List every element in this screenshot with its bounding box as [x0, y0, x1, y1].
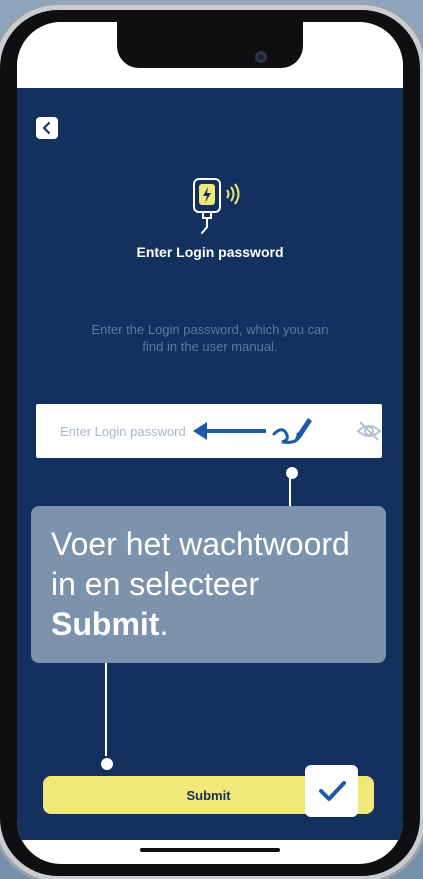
home-indicator[interactable]: [140, 848, 280, 852]
pen-signature-icon: [266, 406, 318, 457]
chevron-left-icon: [43, 122, 50, 134]
instructions-text: Enter the Login password, which you can …: [91, 322, 329, 354]
front-camera: [255, 51, 267, 63]
phone-frame: 21:14 ➚ ..ıl 4G ▬ Enter Login password E…: [0, 10, 420, 876]
callout-box: Voer het wachtwoord in en selecteer Subm…: [31, 506, 386, 663]
callout-bold-text: Submit: [51, 606, 160, 642]
page-title: Enter Login password: [136, 244, 284, 260]
callout-pointer-dot: [99, 756, 115, 772]
status-time: 21:14 ➚: [43, 56, 95, 72]
wireless-charger-icon: [193, 178, 240, 234]
checkmark-graphic: [318, 781, 346, 801]
callout-text-end: .: [159, 606, 169, 642]
callout-text: Voer het wachtwoord in en selecteer: [51, 526, 350, 602]
callout-pointer-line: [105, 663, 107, 759]
checkmark-icon: [305, 765, 358, 817]
password-placeholder: Enter Login password: [60, 423, 186, 439]
notch: [117, 22, 303, 68]
submit-label: Submit: [186, 787, 231, 803]
pen-icon-graphic: [272, 417, 312, 444]
callout-pointer-line: [289, 478, 291, 506]
back-button[interactable]: [36, 117, 58, 139]
app-screen: Enter Login password Enter the Login pas…: [17, 88, 403, 840]
status-indicators: ..ıl 4G ▬: [331, 56, 379, 70]
phone-screen: 21:14 ➚ ..ıl 4G ▬ Enter Login password E…: [17, 22, 403, 864]
arrow-left-icon: [193, 422, 266, 440]
callout-pointer-dot: [284, 465, 300, 481]
eye-off-icon[interactable]: [356, 418, 382, 444]
